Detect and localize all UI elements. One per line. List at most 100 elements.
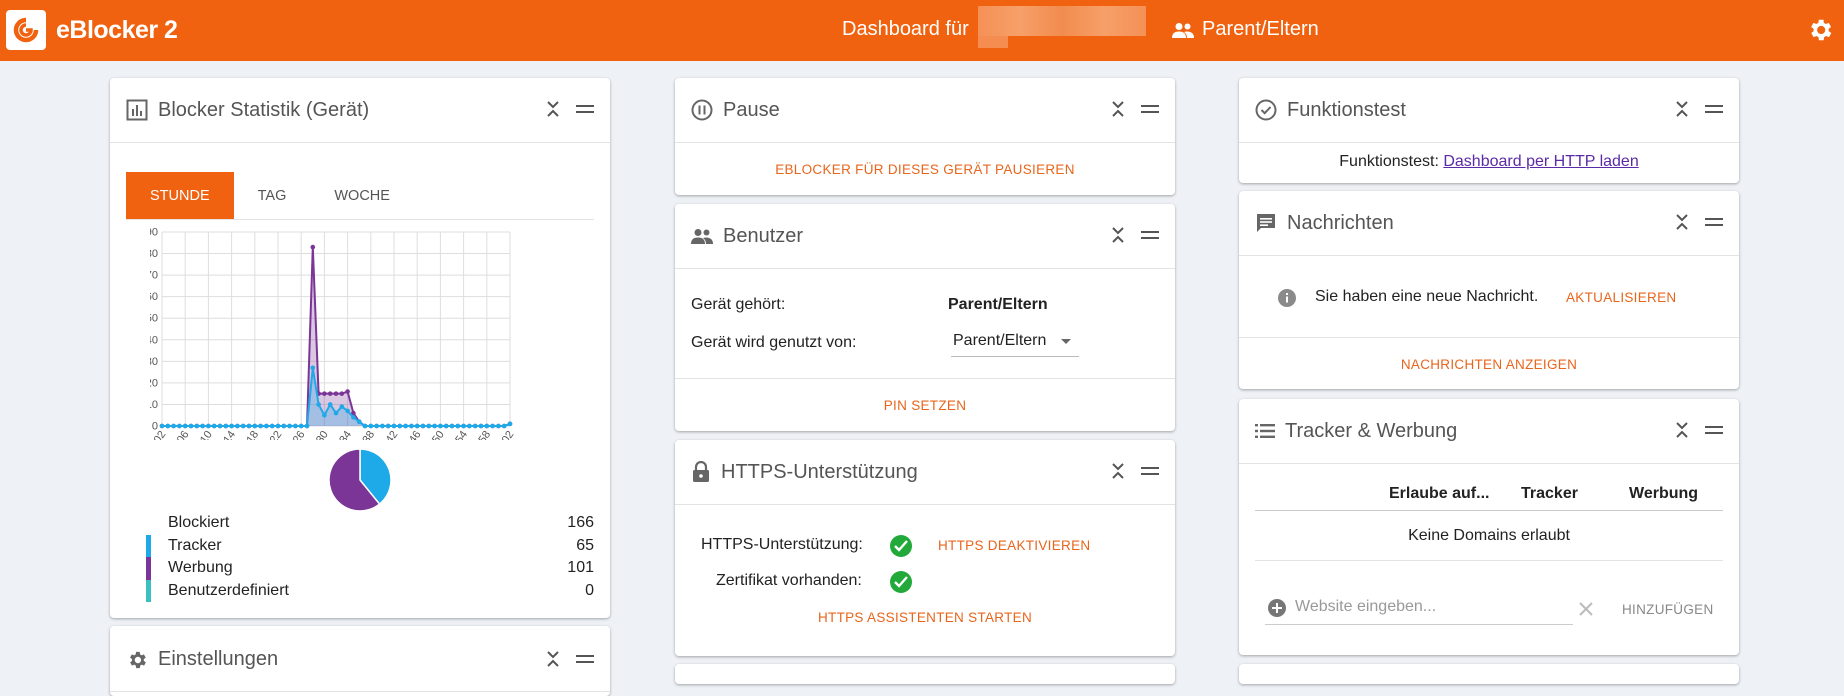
- tab-stunde[interactable]: STUNDE: [126, 172, 234, 219]
- legend-swatch-tracker: [146, 534, 151, 557]
- data-point-tracker: [177, 423, 182, 429]
- stats-legend: Blockiert 166 Tracker 65 Werbung 101 Ben…: [146, 512, 594, 602]
- legend-label: Tracker: [168, 536, 222, 554]
- y-tick-label: 10: [150, 399, 158, 411]
- column-header-domain[interactable]: Erlaube auf...: [1389, 485, 1489, 503]
- y-tick-label: 50: [150, 313, 158, 325]
- https-title: HTTPS-Unterstützung: [721, 460, 918, 483]
- y-tick-label: 30: [150, 356, 158, 368]
- stats-card: Blocker Statistik (Gerät) STUNDE TAG WOC…: [110, 78, 610, 618]
- data-point-tracker: [414, 423, 420, 429]
- bar-chart-icon: [126, 99, 148, 121]
- data-point-tracker: [333, 410, 339, 416]
- data-point-tracker: [211, 423, 217, 429]
- data-point-tracker: [275, 423, 281, 429]
- collapse-icon[interactable]: [1111, 462, 1125, 480]
- website-input[interactable]: Website eingeben...: [1265, 589, 1573, 625]
- drag-handle-icon[interactable]: [1141, 104, 1159, 114]
- column-header-tracker[interactable]: Tracker: [1521, 485, 1578, 503]
- series-area-werbung: [162, 247, 510, 426]
- info-icon: [1277, 288, 1297, 308]
- collapse-icon[interactable]: [1675, 421, 1689, 439]
- drag-handle-icon[interactable]: [1705, 217, 1723, 227]
- user-header: Benutzer: [675, 204, 1175, 269]
- divider: [675, 378, 1175, 379]
- data-point-tracker: [385, 423, 391, 429]
- data-point-tracker: [281, 423, 287, 429]
- collapse-icon[interactable]: [1675, 213, 1689, 231]
- owner-label: Gerät gehört:: [691, 296, 786, 313]
- column-header-werbung[interactable]: Werbung: [1629, 485, 1698, 503]
- x-tick-label: 16:02: [491, 429, 517, 440]
- y-tick-label: 90: [150, 227, 158, 239]
- data-point-tracker: [391, 423, 397, 429]
- show-messages-button[interactable]: NACHRICHTEN ANZEIGEN: [1239, 357, 1739, 372]
- legend-label: Blockiert: [168, 514, 230, 532]
- y-tick-label: 60: [150, 291, 158, 303]
- message-icon: [1255, 212, 1277, 234]
- drag-handle-icon[interactable]: [1141, 466, 1159, 476]
- plus-circle-icon: [1267, 598, 1287, 618]
- data-point-tracker: [223, 423, 229, 429]
- drag-handle-icon[interactable]: [1705, 425, 1723, 435]
- data-point-tracker: [496, 423, 501, 429]
- x-tick-label: 15:18: [236, 429, 262, 440]
- data-point-werbung: [339, 391, 345, 396]
- drag-handle-icon[interactable]: [1705, 104, 1723, 114]
- drag-handle-icon[interactable]: [576, 654, 594, 664]
- collapse-icon[interactable]: [1111, 226, 1125, 244]
- data-point-tracker: [397, 423, 403, 429]
- x-tick-label: 15:22: [259, 429, 285, 440]
- https-header: HTTPS-Unterstützung: [675, 440, 1175, 505]
- check-circle-icon: [1255, 99, 1277, 121]
- add-button[interactable]: HINZUFÜGEN: [1622, 602, 1714, 617]
- data-point-tracker: [246, 423, 252, 429]
- https-deactivate-button[interactable]: HTTPS DEAKTIVIEREN: [938, 538, 1090, 553]
- x-tick-label: 15:34: [328, 429, 354, 440]
- legend-label: Benutzerdefiniert: [168, 581, 289, 599]
- collapse-icon[interactable]: [546, 100, 560, 118]
- profile-switch[interactable]: Parent/Eltern: [1172, 18, 1319, 41]
- tab-woche[interactable]: WOCHE: [310, 172, 414, 219]
- collapse-icon[interactable]: [1675, 100, 1689, 118]
- legend-value: 166: [567, 514, 594, 532]
- legend-swatch-werbung: [146, 557, 151, 580]
- https-support-label: HTTPS-Unterstützung:: [701, 536, 863, 553]
- used-by-select[interactable]: Parent/Eltern: [951, 326, 1079, 357]
- data-point-werbung: [327, 391, 333, 396]
- x-tick-label: 15:10: [189, 429, 215, 440]
- pause-device-button[interactable]: EBLOCKER FÜR DIESES GERÄT PAUSIEREN: [675, 162, 1175, 177]
- data-point-tracker: [298, 423, 304, 429]
- data-point-tracker: [293, 423, 298, 429]
- data-point-werbung: [322, 391, 327, 396]
- data-point-tracker: [235, 423, 240, 429]
- eblocker-logo[interactable]: [6, 10, 46, 50]
- collapse-icon[interactable]: [546, 650, 560, 668]
- data-point-tracker: [339, 404, 345, 409]
- data-point-tracker: [316, 402, 321, 407]
- tracker-card: Tracker & Werbung Erlaube auf... Tracker…: [1239, 399, 1739, 655]
- data-point-tracker: [362, 423, 368, 429]
- data-point-werbung: [333, 391, 339, 396]
- https-assistant-button[interactable]: HTTPS ASSISTENTEN STARTEN: [675, 610, 1175, 625]
- data-point-tracker: [304, 423, 310, 429]
- drag-handle-icon[interactable]: [1141, 230, 1159, 240]
- data-point-tracker: [351, 415, 356, 420]
- data-point-werbung: [345, 389, 350, 394]
- data-point-tracker: [310, 365, 316, 371]
- next-card-stub: [1239, 664, 1739, 684]
- data-point-tracker: [188, 423, 194, 429]
- drag-handle-icon[interactable]: [576, 104, 594, 114]
- data-point-tracker: [432, 423, 437, 429]
- settings-header: Einstellungen: [110, 626, 610, 692]
- refresh-button[interactable]: AKTUALISIEREN: [1566, 290, 1676, 305]
- gear-icon[interactable]: [1806, 16, 1834, 44]
- settings-title: Einstellungen: [158, 648, 279, 670]
- http-dashboard-link[interactable]: Dashboard per HTTP laden: [1443, 153, 1638, 170]
- tab-tag[interactable]: TAG: [234, 172, 311, 219]
- function-test-text: Funktionstest:: [1339, 153, 1439, 170]
- set-pin-button[interactable]: PIN SETZEN: [675, 398, 1175, 413]
- collapse-icon[interactable]: [1111, 100, 1125, 118]
- close-icon[interactable]: [1578, 601, 1594, 617]
- x-tick-label: 15:14: [212, 429, 238, 440]
